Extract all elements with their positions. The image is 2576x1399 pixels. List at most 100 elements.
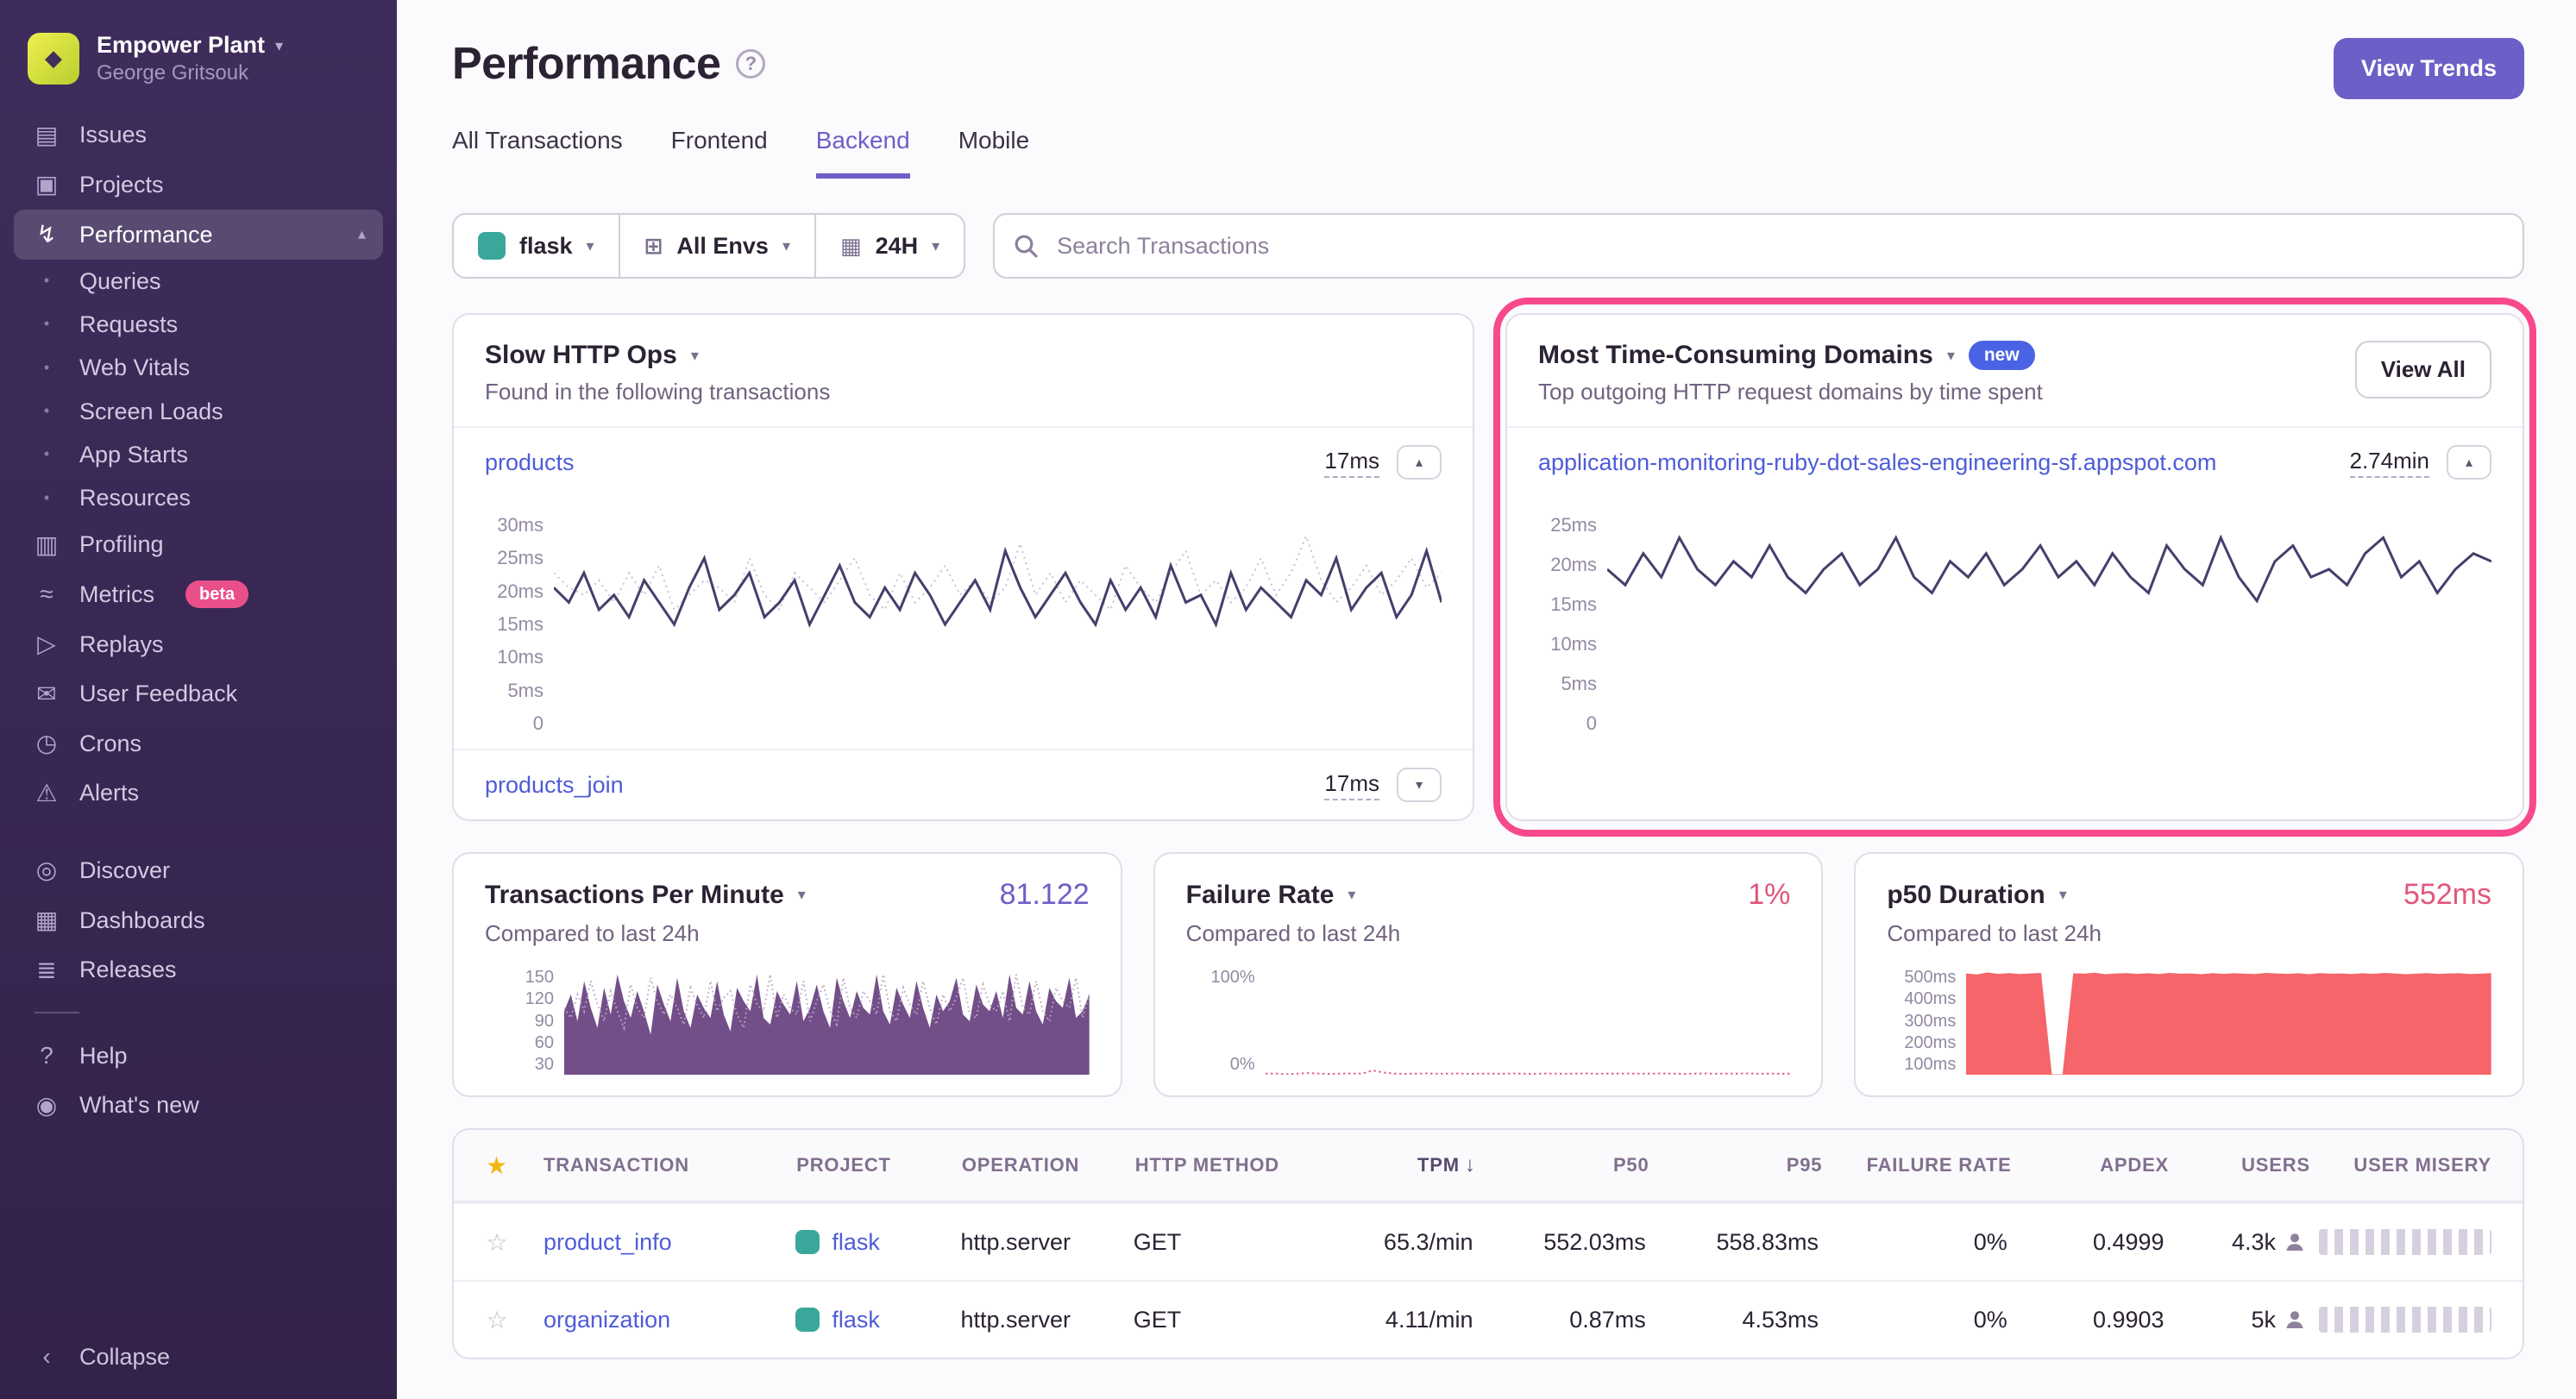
bullet-icon: • bbox=[31, 445, 62, 464]
card-title: Failure Rate bbox=[1186, 881, 1335, 910]
sidebar-item-metrics[interactable]: ≈Metricsbeta bbox=[14, 569, 383, 619]
new-badge: new bbox=[1969, 341, 2035, 370]
sidebar-item-web-vitals[interactable]: •Web Vitals bbox=[14, 346, 383, 389]
widget-cards-row: Slow HTTP Ops ▾ Found in the following t… bbox=[452, 313, 2524, 821]
sidebar-item-help[interactable]: ?Help bbox=[14, 1031, 383, 1081]
col-apdex[interactable]: APDEX bbox=[2026, 1154, 2169, 1176]
sidebar-item-alerts[interactable]: ⚠Alerts bbox=[14, 769, 383, 819]
sidebar-item-label: Projects bbox=[79, 171, 164, 198]
collapse-button[interactable]: ‹Collapse bbox=[14, 1332, 383, 1382]
users-cell: 4.3k bbox=[2178, 1229, 2305, 1256]
star-icon[interactable]: ☆ bbox=[486, 1307, 507, 1333]
transaction-link[interactable]: organization bbox=[543, 1307, 670, 1333]
sidebar-item-whats-new[interactable]: ◉What's new bbox=[14, 1081, 383, 1131]
sidebar-item-app-starts[interactable]: •App Starts bbox=[14, 433, 383, 476]
calendar-icon: ▦ bbox=[840, 233, 862, 260]
col-users[interactable]: USERS bbox=[2183, 1154, 2310, 1176]
chevron-down-icon[interactable]: ▾ bbox=[798, 886, 806, 904]
user-misery-bars bbox=[2319, 1229, 2491, 1255]
chevron-down-icon: ▾ bbox=[932, 237, 939, 255]
col-operation[interactable]: OPERATION bbox=[962, 1154, 1122, 1176]
failure-rate-cell: 0% bbox=[1832, 1229, 2007, 1256]
sidebar-item-label: Issues bbox=[79, 121, 147, 148]
star-icon[interactable]: ☆ bbox=[486, 1229, 507, 1256]
org-switcher[interactable]: ◆ Empower Plant▾ George Gritsouk bbox=[0, 24, 397, 110]
duration-value: 17ms bbox=[1324, 770, 1379, 800]
collapse-row-button[interactable]: ▴ bbox=[1397, 445, 1442, 480]
col-p95[interactable]: P95 bbox=[1662, 1154, 1822, 1176]
sidebar-item-replays[interactable]: ▷Replays bbox=[14, 619, 383, 669]
sidebar-item-discover[interactable]: ◎Discover bbox=[14, 845, 383, 895]
table-row[interactable]: ☆ organization flask http.server GET 4.1… bbox=[454, 1280, 2523, 1358]
sort-desc-icon: ↓ bbox=[1465, 1153, 1476, 1176]
sidebar-item-label: What's new bbox=[79, 1091, 199, 1119]
flask-platform-icon bbox=[478, 232, 506, 260]
sidebar-item-screen-loads[interactable]: •Screen Loads bbox=[14, 390, 383, 433]
col-failure-rate[interactable]: FAILURE RATE bbox=[1836, 1154, 2011, 1176]
sidebar-item-crons[interactable]: ◷Crons bbox=[14, 718, 383, 769]
transaction-link[interactable]: products bbox=[485, 449, 575, 476]
discover-icon: ◎ bbox=[31, 856, 62, 885]
chart-area: 500ms400ms300ms200ms100ms bbox=[1887, 947, 2491, 1075]
sidebar-item-profiling[interactable]: ▥Profiling bbox=[14, 520, 383, 570]
chevron-down-icon[interactable]: ▾ bbox=[691, 347, 699, 365]
project-link[interactable]: flask bbox=[832, 1307, 880, 1333]
sidebar-item-issues[interactable]: ▤Issues bbox=[14, 110, 383, 160]
table-row[interactable]: ☆ product_info flask http.server GET 65.… bbox=[454, 1202, 2523, 1280]
chevron-down-icon[interactable]: ▾ bbox=[1348, 886, 1355, 904]
sidebar-item-label: Queries bbox=[79, 267, 161, 295]
tab-mobile[interactable]: Mobile bbox=[958, 127, 1029, 179]
transaction-link[interactable]: products_join bbox=[485, 772, 624, 799]
domain-link[interactable]: application-monitoring-ruby-dot-sales-en… bbox=[1538, 449, 2216, 476]
search-input[interactable] bbox=[993, 213, 2524, 279]
view-trends-button[interactable]: View Trends bbox=[2334, 38, 2524, 99]
sidebar-item-performance[interactable]: ↯Performance▴ bbox=[14, 210, 383, 260]
transactions-table: ★ TRANSACTION PROJECT OPERATION HTTP MET… bbox=[452, 1128, 2524, 1359]
expand-row-button[interactable]: ▾ bbox=[1397, 768, 1442, 802]
card-title: Most Time-Consuming Domains bbox=[1538, 341, 1933, 370]
col-project[interactable]: PROJECT bbox=[796, 1154, 948, 1176]
sidebar-item-user-feedback[interactable]: ✉User Feedback bbox=[14, 669, 383, 719]
star-filled-icon[interactable]: ★ bbox=[486, 1152, 508, 1179]
failure-rate-card: Failure Rate ▾ 1% Compared to last 24h 1… bbox=[1153, 852, 1824, 1097]
environment-filter-button[interactable]: ⊞ All Envs ▾ bbox=[619, 213, 816, 279]
flask-platform-icon bbox=[795, 1308, 820, 1332]
time-range-filter-button[interactable]: ▦ 24H ▾ bbox=[814, 213, 965, 279]
project-link[interactable]: flask bbox=[832, 1229, 880, 1256]
col-p50[interactable]: P50 bbox=[1490, 1154, 1649, 1176]
failure-rate-cell: 0% bbox=[1832, 1307, 2007, 1333]
help-circle-icon[interactable]: ? bbox=[736, 49, 765, 78]
col-http-method[interactable]: HTTP METHOD bbox=[1135, 1154, 1303, 1176]
sidebar-item-resources[interactable]: •Resources bbox=[14, 476, 383, 519]
flask-platform-icon bbox=[795, 1230, 820, 1254]
project-cell: flask bbox=[795, 1229, 946, 1256]
sidebar-item-requests[interactable]: •Requests bbox=[14, 303, 383, 346]
bullet-icon: • bbox=[31, 272, 62, 291]
y-axis-labels: 25ms20ms15ms10ms5ms0 bbox=[1524, 514, 1597, 735]
transaction-link[interactable]: product_info bbox=[543, 1229, 672, 1255]
sidebar-item-label: Resources bbox=[79, 484, 191, 511]
sidebar-item-releases[interactable]: ≣Releases bbox=[14, 945, 383, 995]
col-transaction[interactable]: TRANSACTION bbox=[543, 1154, 782, 1176]
col-tpm[interactable]: TPM↓ bbox=[1316, 1153, 1476, 1177]
chevron-down-icon[interactable]: ▾ bbox=[2059, 886, 2067, 904]
tab-backend[interactable]: Backend bbox=[816, 127, 910, 179]
card-subtitle: Top outgoing HTTP request domains by tim… bbox=[1538, 379, 2043, 405]
card-subtitle: Compared to last 24h bbox=[1186, 920, 1791, 947]
view-all-button[interactable]: View All bbox=[2355, 341, 2491, 398]
failure-rate-chart bbox=[1266, 968, 1791, 1075]
sidebar-item-dashboards[interactable]: ▦Dashboards bbox=[14, 895, 383, 945]
tab-frontend[interactable]: Frontend bbox=[671, 127, 768, 179]
sidebar-item-label: User Feedback bbox=[79, 680, 237, 707]
transaction-row: products_join 17ms ▾ bbox=[454, 749, 1473, 819]
sidebar-item-projects[interactable]: ▣Projects bbox=[14, 160, 383, 210]
sidebar-item-queries[interactable]: • Queries bbox=[14, 260, 383, 303]
chart-area: 100%0% bbox=[1186, 947, 1791, 1075]
project-filter-button[interactable]: flask ▾ bbox=[452, 213, 620, 279]
dashboards-icon: ▦ bbox=[31, 906, 62, 935]
col-user-misery[interactable]: USER MISERY bbox=[2324, 1154, 2491, 1176]
tab-all-transactions[interactable]: All Transactions bbox=[452, 127, 623, 179]
chevron-down-icon[interactable]: ▾ bbox=[1947, 347, 1955, 365]
alerts-icon: ⚠ bbox=[31, 779, 62, 808]
collapse-row-button[interactable]: ▴ bbox=[2447, 445, 2491, 480]
